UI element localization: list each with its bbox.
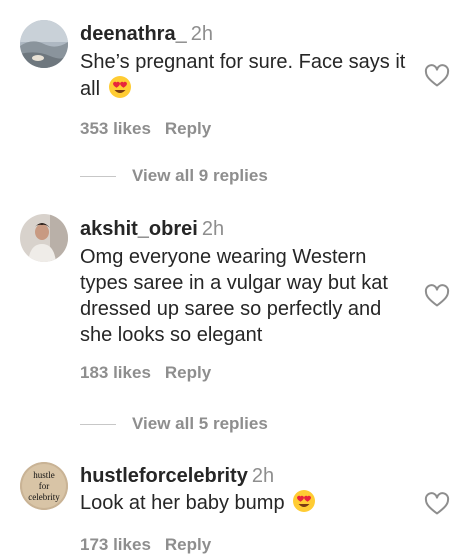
like-count[interactable]: 353 likes: [80, 119, 151, 138]
comment-text: She’s pregnant for sure. Face says it al…: [80, 51, 406, 100]
comment-actions: 183 likes Reply: [80, 362, 415, 384]
person-photo-icon: [20, 214, 68, 262]
heart-outline-icon[interactable]: [424, 492, 450, 516]
divider-line: [80, 176, 116, 178]
timestamp: 2h: [251, 465, 275, 487]
heart-eyes-emoji-icon: [108, 76, 131, 98]
svg-text:for: for: [39, 481, 50, 491]
username[interactable]: hustleforcelebrity: [80, 465, 248, 487]
avatar[interactable]: [20, 20, 68, 68]
username[interactable]: deenathra_: [80, 23, 187, 45]
reply-button[interactable]: Reply: [165, 119, 211, 138]
divider-line: [80, 424, 116, 426]
comment-actions: 353 likes Reply: [80, 118, 415, 140]
like-count[interactable]: 183 likes: [80, 363, 151, 382]
like-count[interactable]: 173 likes: [80, 535, 151, 554]
username[interactable]: akshit_obrei: [80, 218, 198, 240]
view-replies-button[interactable]: View all 5 replies: [80, 414, 268, 436]
avatar[interactable]: hustle for celebrity: [20, 462, 68, 510]
heart-eyes-emoji-icon: [293, 490, 316, 512]
comment-text: Omg everyone wearing Western types saree…: [80, 246, 388, 346]
avatar[interactable]: [20, 214, 68, 262]
reply-button[interactable]: Reply: [165, 363, 211, 382]
reply-button[interactable]: Reply: [165, 535, 211, 554]
timestamp: 2h: [190, 23, 213, 45]
timestamp: 2h: [201, 218, 225, 240]
heart-outline-icon[interactable]: [424, 284, 450, 308]
text-logo-icon: hustle for celebrity: [20, 462, 68, 510]
heart-outline-icon[interactable]: [424, 64, 450, 88]
svg-text:celebrity: celebrity: [28, 492, 60, 502]
landscape-photo-icon: [20, 20, 68, 68]
comment-actions: 173 likes Reply: [80, 534, 415, 556]
view-replies-button[interactable]: View all 9 replies: [80, 166, 268, 188]
svg-text:hustle: hustle: [33, 470, 55, 480]
comment-text: Look at her baby bump: [80, 489, 415, 516]
